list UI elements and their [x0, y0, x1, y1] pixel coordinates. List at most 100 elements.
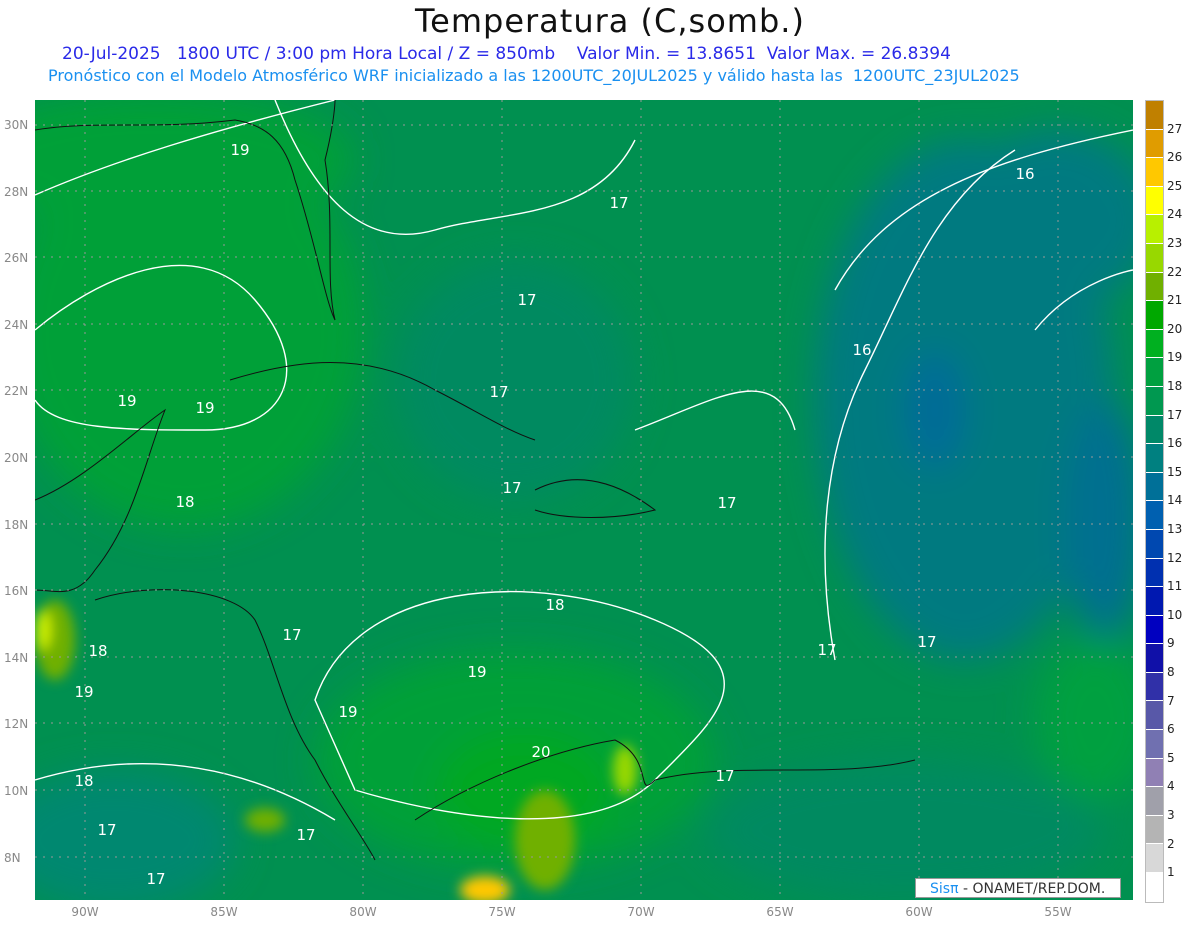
colorbar-label: 27: [1167, 121, 1183, 136]
lat-tick-label: 20N: [4, 451, 29, 465]
colorbar-swatch: [1146, 815, 1163, 845]
colorbar-label: 8: [1167, 665, 1175, 679]
colorbar-label: 3: [1167, 808, 1175, 822]
contour-label: 17: [717, 494, 736, 512]
colorbar-label: 25: [1167, 178, 1183, 193]
colorbar-swatch: [1146, 301, 1163, 330]
contour-label: 16: [1015, 165, 1034, 183]
contour-label: 18: [74, 772, 93, 790]
contour-label: 18: [88, 642, 107, 660]
lon-tick-label: 85W: [210, 905, 238, 919]
colorbar-swatch: [1146, 186, 1163, 216]
lon-tick-label: 70W: [627, 905, 655, 919]
colorbar-swatch: [1146, 243, 1163, 273]
temperature-map: 19 17 16 17 16 19 19 17 17 17 18 18 17 18 17 17 19 19 19 20…: [35, 100, 1133, 900]
contour-label: 17: [97, 821, 116, 839]
contour-label: 18: [545, 596, 564, 614]
contour-label: 20: [531, 743, 550, 761]
lat-tick-label: 30N: [4, 118, 29, 132]
colorbar: [1145, 100, 1164, 903]
contour-label: 17: [146, 870, 165, 888]
colorbar-swatch: [1146, 386, 1163, 416]
colorbar-label: 24: [1167, 207, 1183, 222]
lat-tick-label: 18N: [4, 517, 29, 532]
contour-label: 17: [502, 479, 521, 497]
lon-tick-label: 65W: [766, 905, 794, 919]
contour-label: 19: [117, 392, 136, 410]
lat-tick-label: 28N: [4, 184, 29, 199]
colorbar-swatch: [1146, 529, 1163, 559]
colorbar-swatch: [1146, 158, 1163, 187]
lat-tick-label: 10N: [4, 784, 29, 798]
colorbar-label: 16: [1167, 436, 1183, 451]
lat-tick-label: 14N: [4, 650, 29, 665]
contour-label: 17: [817, 641, 836, 659]
colorbar-swatch: [1146, 587, 1163, 616]
colorbar-label: 7: [1167, 693, 1175, 708]
colorbar-label: 11: [1167, 579, 1183, 594]
contour-label: 17: [282, 626, 301, 644]
colorbar-label: 20: [1167, 321, 1183, 336]
contour-label: 17: [296, 826, 315, 844]
colorbar-swatch: [1146, 844, 1163, 874]
colorbar-label: 17: [1167, 407, 1183, 422]
contour-label: 16: [852, 341, 871, 359]
colorbar-swatch: [1146, 873, 1163, 902]
colorbar-swatch: [1146, 758, 1163, 788]
lat-tick-label: 8N: [4, 850, 21, 865]
lon-tick-label: 60W: [905, 905, 933, 919]
lat-tick-label: 26N: [4, 251, 29, 266]
map-title: Temperatura (C,somb.): [415, 2, 805, 40]
lon-tick-label: 75W: [488, 905, 516, 919]
colorbar-swatch: [1146, 472, 1163, 502]
contour-label: 17: [917, 633, 936, 651]
colorbar-label: 10: [1167, 607, 1183, 622]
contour-label: 19: [467, 663, 486, 681]
contour-label: 19: [195, 399, 214, 417]
colorbar-label: 13: [1167, 522, 1183, 536]
colorbar-label: 6: [1167, 722, 1175, 737]
colorbar-label: 1: [1167, 865, 1175, 880]
colorbar-swatch: [1146, 730, 1163, 759]
contour-label: 18: [175, 493, 194, 511]
lat-tick-label: 12N: [4, 717, 29, 732]
credit-box: Sisπ - ONAMET/REP.DOM.: [915, 878, 1121, 898]
model-info-line: Pronóstico con el Modelo Atmosférico WRF…: [48, 66, 1020, 85]
colorbar-swatch: [1146, 358, 1163, 387]
colorbar-swatch: [1146, 644, 1163, 673]
colorbar-label: 18: [1167, 379, 1183, 393]
colorbar-label: 14: [1167, 493, 1183, 508]
colorbar-label: 21: [1167, 293, 1183, 308]
colorbar-swatch: [1146, 329, 1163, 359]
colorbar-label: 23: [1167, 236, 1183, 250]
colorbar-swatch: [1146, 701, 1163, 731]
lon-tick-label: 90W: [71, 905, 99, 919]
contour-label: 17: [489, 383, 508, 401]
colorbar-label: 4: [1167, 779, 1175, 794]
sispi-logo: Sisπ: [930, 881, 959, 897]
colorbar-label: 26: [1167, 150, 1183, 165]
colorbar-swatch: [1146, 672, 1163, 702]
colorbar-swatch: [1146, 615, 1163, 645]
colorbar-swatch: [1146, 272, 1163, 302]
colorbar-label: 9: [1167, 636, 1175, 651]
colorbar-swatch: [1146, 558, 1163, 588]
lon-tick-label: 55W: [1044, 905, 1072, 919]
lat-tick-label: 24N: [4, 317, 29, 332]
colorbar-swatch: [1146, 415, 1163, 445]
colorbar-swatch: [1146, 129, 1163, 159]
contour-label: 17: [609, 194, 628, 212]
colorbar-swatch: [1146, 501, 1163, 530]
colorbar-label: 22: [1167, 264, 1183, 279]
contour-label: 19: [338, 703, 357, 721]
valid-time-line: 20-Jul-2025 1800 UTC / 3:00 pm Hora Loca…: [62, 44, 951, 64]
contour-label: 19: [230, 141, 249, 159]
contour-label: 17: [715, 767, 734, 785]
colorbar-label: 15: [1167, 464, 1183, 479]
colorbar-swatch: [1146, 787, 1163, 816]
credit-org: - ONAMET/REP.DOM.: [958, 881, 1106, 897]
colorbar-swatch: [1146, 444, 1163, 473]
contour-label: 17: [517, 291, 536, 309]
colorbar-swatch: [1146, 215, 1163, 244]
colorbar-label: 2: [1167, 836, 1175, 851]
